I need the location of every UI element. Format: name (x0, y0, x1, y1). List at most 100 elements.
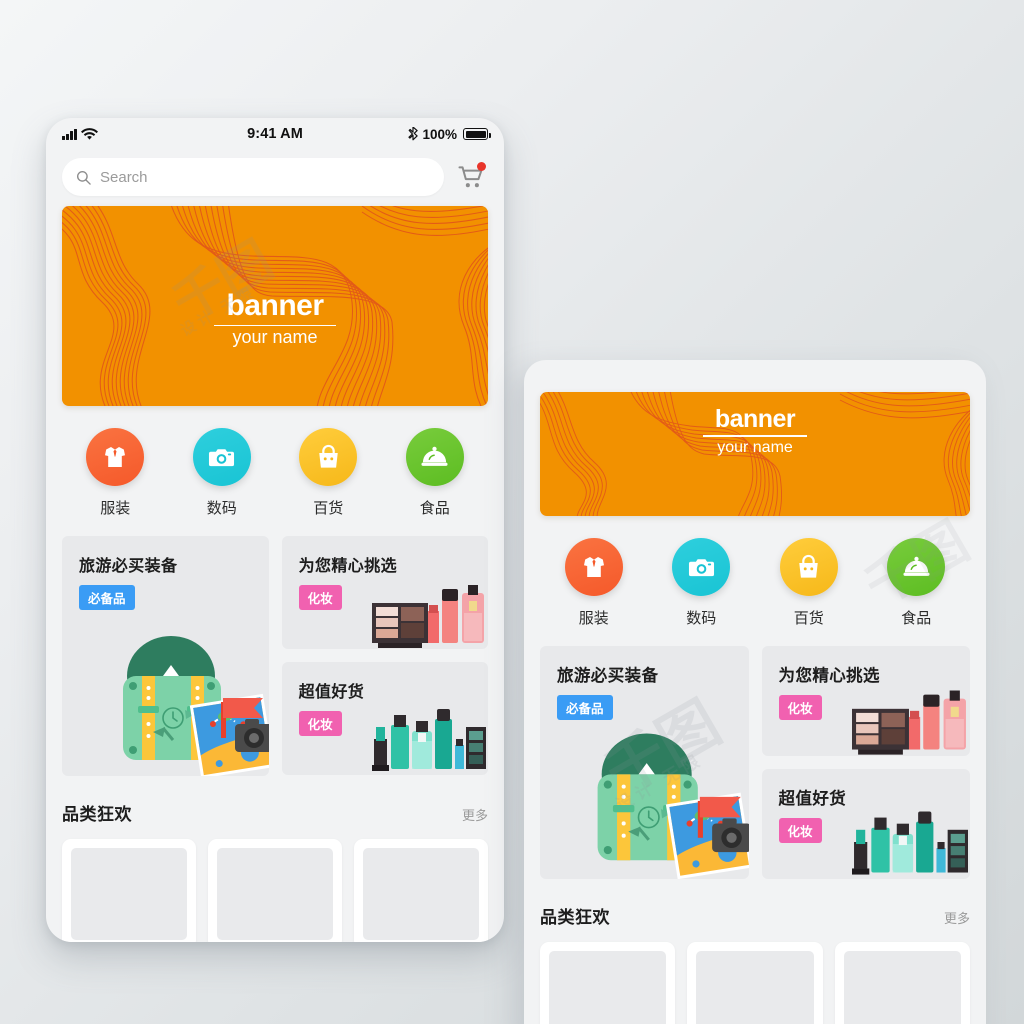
battery-percent: 100% (422, 126, 458, 142)
search-input[interactable]: Search (62, 158, 444, 196)
signal-bars-icon (62, 128, 77, 140)
category-label: 服装 (100, 500, 131, 517)
promo-card-featured[interactable]: 旅游必买装备 必备品 (540, 646, 749, 879)
banner-subtitle: your name (717, 438, 793, 456)
clothing-shirt-icon (583, 557, 604, 577)
promo-title: 旅游必买装备 (557, 667, 659, 685)
section-title: 品类狂欢 (540, 908, 610, 927)
search-icon (76, 170, 91, 185)
category-item-digital[interactable]: 数码 (169, 428, 276, 518)
category-circle (564, 538, 623, 596)
section-header: 品类狂欢 更多 (46, 776, 504, 839)
banner-divider (703, 435, 807, 437)
promo-badge: 必备品 (557, 695, 613, 720)
tile-placeholder (363, 848, 479, 940)
category-circle (299, 428, 358, 486)
category-label: 数码 (686, 610, 717, 627)
phone-mockup-left: 9:41 AM 100% Search banner your name 服装 … (46, 118, 504, 942)
status-bar-left (62, 127, 247, 141)
promo-card-curated[interactable]: 为您精心挑选 化妆 (281, 536, 488, 649)
banner-title: banner (226, 289, 324, 322)
promo-card-featured[interactable]: 旅游必买装备 必备品 (62, 536, 269, 776)
clothing-shirt-icon (105, 447, 126, 467)
category-item-clothing[interactable]: 服装 (62, 428, 169, 518)
bluetooth-icon (408, 127, 419, 141)
promo-column-right: 为您精心挑选 化妆 超值好货 化妆 (281, 536, 488, 776)
banner-text-block: banner your name (540, 406, 970, 456)
category-tile[interactable] (540, 942, 676, 1024)
banner-subtitle: your name (232, 327, 318, 348)
promo-title: 旅游必买装备 (79, 558, 178, 575)
category-row: 服装 数码 百货 食品 (524, 516, 986, 646)
status-bar-right: 100% (303, 126, 491, 142)
food-cloche-icon (903, 556, 930, 576)
cart-button[interactable] (454, 160, 488, 194)
battery-icon (463, 128, 491, 140)
category-circle (779, 538, 838, 596)
promo-column-left: 旅游必买装备 必备品 (62, 536, 269, 776)
promo-grid: 旅游必买装备 必备品 为您精心挑选 化妆 超值好货 化妆 (46, 536, 504, 776)
cart-badge-dot (477, 162, 486, 171)
search-placeholder: Search (100, 168, 148, 186)
promo-badge: 化妆 (778, 695, 822, 720)
category-label: 百货 (793, 610, 824, 627)
category-tile[interactable] (687, 942, 823, 1024)
banner-text-block: banner your name (62, 290, 488, 348)
category-tiles (46, 839, 504, 942)
promo-column-right: 为您精心挑选 化妆 超值好货 化妆 (761, 646, 970, 879)
category-circle (405, 428, 464, 486)
camera-icon (209, 448, 235, 466)
promo-card-curated[interactable]: 为您精心挑选 化妆 (761, 646, 970, 756)
section-more-link[interactable]: 更多 (944, 908, 970, 927)
category-circle (887, 538, 946, 596)
banner-title: banner (714, 405, 796, 433)
tile-placeholder (843, 951, 961, 1024)
hero-banner[interactable]: banner your name (62, 206, 488, 406)
section-title: 品类狂欢 (62, 805, 132, 824)
category-item-general[interactable]: 百货 (755, 538, 863, 628)
handbag-icon (319, 444, 338, 468)
category-item-food[interactable]: 食品 (863, 538, 971, 628)
status-bar: 9:41 AM 100% (46, 118, 504, 150)
promo-title: 超值好货 (298, 684, 365, 701)
promo-card-value[interactable]: 超值好货 化妆 (281, 662, 488, 775)
status-bar-time: 9:41 AM (247, 126, 303, 142)
search-row: Search (46, 150, 504, 206)
camera-icon (688, 558, 714, 576)
skincare-bottles-illustration (372, 709, 486, 771)
category-label: 食品 (901, 610, 932, 627)
category-circle (192, 428, 251, 486)
promo-badge: 化妆 (778, 818, 822, 843)
section-header: 品类狂欢 更多 (524, 879, 986, 942)
phone-mockup-right-detail: banner your name 服装 数码 百货 食品 旅游必买装备 必备品 … (524, 360, 986, 1024)
category-tiles (524, 942, 986, 1024)
promo-badge: 必备品 (79, 585, 135, 610)
category-item-digital[interactable]: 数码 (648, 538, 756, 628)
promo-grid: 旅游必买装备 必备品 为您精心挑选 化妆 超值好货 化妆 (524, 646, 986, 879)
tile-placeholder (549, 951, 667, 1024)
category-circle (86, 428, 145, 486)
category-item-general[interactable]: 百货 (275, 428, 382, 518)
category-item-food[interactable]: 食品 (382, 428, 489, 518)
makeup-palette-illustration (372, 585, 484, 648)
promo-card-value[interactable]: 超值好货 化妆 (761, 769, 970, 879)
category-tile[interactable] (62, 839, 196, 942)
category-tile[interactable] (354, 839, 488, 942)
category-label: 百货 (313, 500, 344, 517)
promo-title: 为您精心挑选 (298, 558, 398, 575)
makeup-palette-illustration (852, 690, 966, 755)
banner-divider (214, 324, 336, 327)
category-tile[interactable] (208, 839, 342, 942)
section-more-link[interactable]: 更多 (462, 805, 488, 824)
wifi-icon (80, 127, 98, 140)
handbag-icon (799, 554, 818, 578)
promo-badge: 化妆 (298, 585, 342, 610)
hero-banner[interactable]: banner your name (540, 392, 970, 516)
category-item-clothing[interactable]: 服装 (540, 538, 648, 628)
skincare-bottles-illustration (852, 811, 968, 875)
tile-placeholder (217, 848, 333, 940)
category-label: 服装 (578, 610, 609, 627)
category-tile[interactable] (834, 942, 970, 1024)
category-label: 数码 (206, 500, 237, 517)
tile-placeholder (696, 951, 814, 1024)
